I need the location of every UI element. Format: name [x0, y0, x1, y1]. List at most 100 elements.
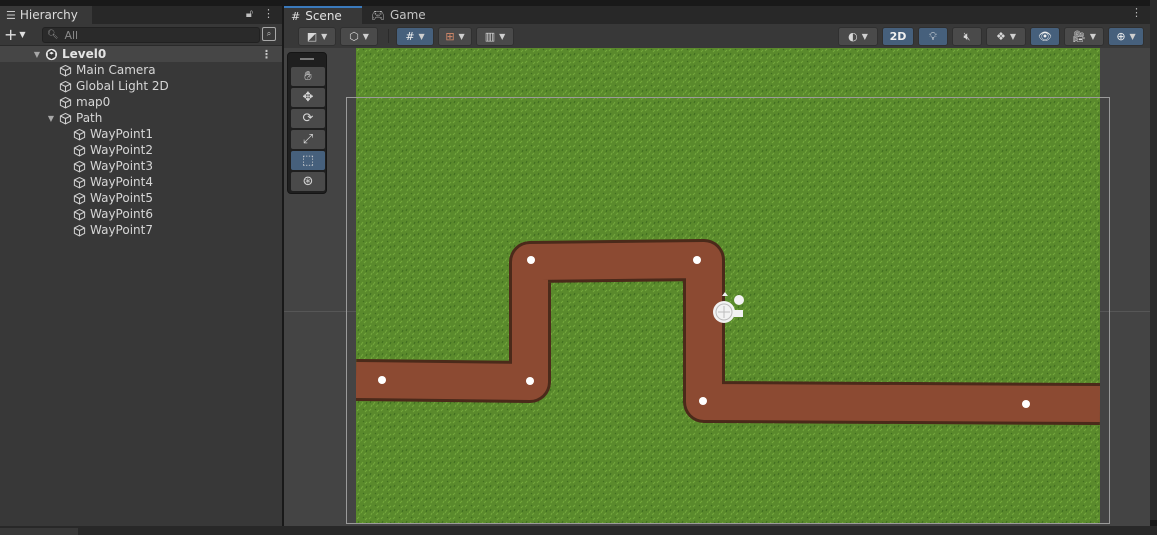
camera-button[interactable]: 🎥︎ ▼: [1064, 27, 1104, 46]
camera-gizmo-icon[interactable]: [708, 290, 748, 330]
snap-increment-icon: ⊞: [445, 30, 455, 43]
chevron-down-icon: ▼: [1089, 32, 1097, 41]
game-tab-label: Game: [389, 8, 426, 22]
rect-icon: ⬚: [301, 153, 315, 168]
draw-mode-icon: ◩: [306, 30, 318, 43]
expand-arrow-icon[interactable]: ▼: [46, 114, 56, 123]
transform-icon: ⊛: [302, 174, 314, 189]
rotate-tool[interactable]: ⟳: [291, 109, 325, 128]
search-placeholder: All: [64, 28, 79, 42]
hierarchy-item[interactable]: WayPoint5: [0, 190, 282, 206]
rotate-icon: ⟳: [302, 111, 314, 126]
tab-game[interactable]: 🎮︎ Game: [364, 6, 433, 24]
audio-toggle[interactable]: 🔇︎: [952, 27, 982, 46]
hierarchy-tab-label: Hierarchy: [19, 8, 78, 22]
hierarchy-item[interactable]: WayPoint1: [0, 126, 282, 142]
hierarchy-item[interactable]: WayPoint7: [0, 222, 282, 238]
hierarchy-item-label: Global Light 2D: [76, 79, 169, 93]
chevron-down-icon: ▼: [1129, 32, 1136, 41]
mode-2d-button[interactable]: 2D: [882, 27, 914, 46]
scene-tabbar: # Scene 🎮︎ Game ⋮: [284, 6, 1150, 24]
hierarchy-item-label: WayPoint6: [90, 207, 153, 221]
hierarchy-item-label: WayPoint2: [90, 143, 153, 157]
rect-tool[interactable]: ⬚: [291, 151, 325, 170]
hierarchy-item-label: Path: [76, 111, 103, 125]
scene-more-menu-icon[interactable]: ⋮: [1131, 6, 1142, 19]
cube-icon: ⬡: [349, 30, 359, 43]
hierarchy-item-label: WayPoint5: [90, 191, 153, 205]
hand-tool[interactable]: ✋︎: [291, 67, 325, 86]
hierarchy-item[interactable]: map0: [0, 94, 282, 110]
snap-increment-button[interactable]: ⊞ ▼: [438, 27, 472, 46]
hierarchy-item-label: WayPoint3: [90, 159, 153, 173]
right-edge-panel: [1150, 0, 1157, 520]
align-icon: ▥: [484, 30, 496, 43]
lightbulb-icon: 💡︎: [929, 29, 937, 43]
scale-tool[interactable]: ⤢: [291, 130, 325, 149]
move-icon: ✥: [302, 90, 314, 105]
tab-scene[interactable]: # Scene: [284, 6, 362, 24]
chevron-down-icon: ▼: [362, 32, 369, 41]
chevron-down-icon: ▼: [418, 32, 425, 41]
palette-grip[interactable]: [288, 53, 326, 65]
more-menu-icon[interactable]: ⋮: [263, 7, 274, 21]
toolbar-separator: [388, 29, 389, 43]
gameobject-cube-icon: [73, 128, 86, 140]
hierarchy-item[interactable]: WayPoint4: [0, 174, 282, 190]
gameobject-cube-icon: [73, 192, 86, 204]
tab-console[interactable]: [86, 528, 156, 535]
scene-viewport[interactable]: ✋︎ ✥ ⟳ ⤢ ⬚ ⊛: [284, 48, 1150, 526]
draw-mode-button[interactable]: ◩ ▼: [298, 27, 336, 46]
chevron-down-icon: ▼: [499, 32, 506, 41]
scene-tab-label: Scene: [305, 9, 342, 23]
hierarchy-toolbar: + ▼ 🔍︎ All ⌕: [0, 24, 282, 46]
list-icon: ☰: [6, 8, 16, 22]
hierarchy-item[interactable]: Global Light 2D: [0, 78, 282, 94]
gizmo-icon: ⊕: [1116, 30, 1126, 43]
hierarchy-item[interactable]: ▼ Path: [0, 110, 282, 126]
align-button[interactable]: ▥ ▼: [476, 27, 514, 46]
hierarchy-item[interactable]: WayPoint3: [0, 158, 282, 174]
effects-icon: ❖: [995, 30, 1006, 43]
transform-tool[interactable]: ⊛: [291, 172, 325, 191]
scene-toolbar: ◩▼ ⬡▼ #▼ ⊞▼ ▥▼ ◐▼ 2D 💡︎ 🔇︎ ❖▼ 👁︎: [284, 24, 1150, 48]
hierarchy-item[interactable]: Main Camera: [0, 62, 282, 78]
search-filter-icon[interactable]: ⌕: [262, 27, 276, 41]
grid-icon: #: [291, 9, 301, 23]
shading-button[interactable]: ⬡ ▼: [340, 27, 378, 46]
gameobject-cube-icon: [59, 112, 72, 124]
chevron-down-icon: ▼: [19, 30, 26, 39]
gameobject-cube-icon: [59, 96, 72, 108]
hierarchy-tree: ▼ Level0 ⋮ Main Camera Global Light 2D map…: [0, 46, 282, 238]
grid-snap-button[interactable]: # ▼: [396, 27, 434, 46]
render-mode-button[interactable]: ◐ ▼: [838, 27, 878, 46]
gameobject-cube-icon: [59, 80, 72, 92]
hierarchy-item[interactable]: WayPoint6: [0, 206, 282, 222]
gameobject-cube-icon: [59, 64, 72, 76]
scene-panel: # Scene 🎮︎ Game ⋮ ◩ ▼ ⬡ ▼ # ▼ ⊞ ▼ ▥ ▼ ◐ ▼ 2D: [284, 6, 1150, 526]
gamepad-icon: 🎮︎: [371, 8, 385, 22]
scene-row[interactable]: ▼ Level0 ⋮: [0, 46, 282, 62]
add-object-button[interactable]: + ▼: [4, 25, 34, 44]
tab-project[interactable]: [0, 528, 78, 535]
hierarchy-search-input[interactable]: 🔍︎ All: [42, 27, 260, 43]
expand-arrow-icon[interactable]: ▼: [32, 50, 42, 59]
chevron-down-icon: ▼: [321, 32, 328, 41]
lock-icon[interactable]: 🔓︎: [246, 7, 253, 21]
plus-icon: +: [4, 25, 18, 44]
chevron-down-icon: ▼: [1009, 32, 1017, 41]
scene-name: Level0: [62, 47, 107, 61]
visibility-toggle[interactable]: 👁︎: [1030, 27, 1060, 46]
scene-more-icon[interactable]: ⋮: [261, 48, 272, 61]
gizmos-button[interactable]: ⊕ ▼: [1108, 27, 1144, 46]
grid-snap-icon: #: [405, 30, 415, 43]
hierarchy-item-label: WayPoint1: [90, 127, 153, 141]
effects-button[interactable]: ❖ ▼: [986, 27, 1026, 46]
lighting-toggle[interactable]: 💡︎: [918, 27, 948, 46]
search-icon: 🔍︎: [47, 30, 59, 40]
hierarchy-item-label: WayPoint4: [90, 175, 153, 189]
move-tool[interactable]: ✥: [291, 88, 325, 107]
hierarchy-item[interactable]: WayPoint2: [0, 142, 282, 158]
tab-hierarchy[interactable]: ☰ Hierarchy: [0, 6, 92, 24]
hierarchy-tabbar: ☰ Hierarchy 🔓︎ ⋮: [0, 6, 282, 24]
